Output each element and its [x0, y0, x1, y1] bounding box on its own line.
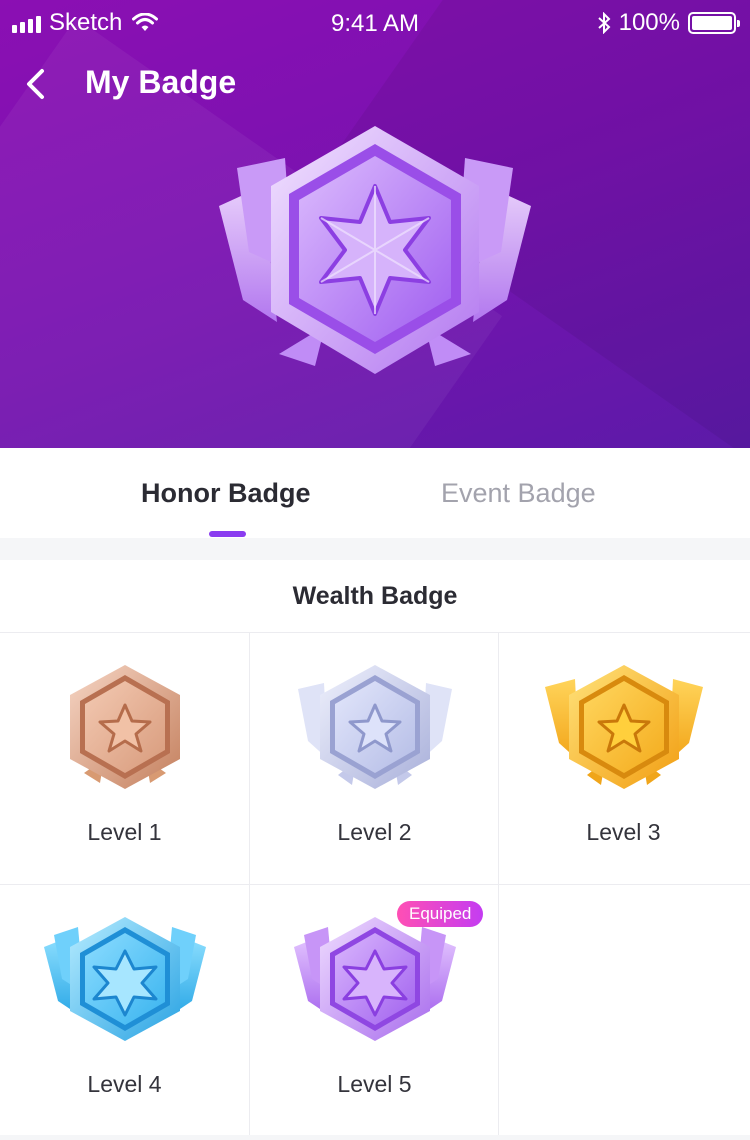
badge-cell-level-2[interactable]: Level 2 — [250, 633, 499, 884]
badge-level-label: Level 1 — [87, 819, 162, 845]
badge-tabs: Honor Badge Event Badge — [0, 448, 750, 538]
battery-percent: 100% — [618, 9, 680, 36]
badge-cell-level-5[interactable]: Equiped Level 5 — [250, 885, 499, 1136]
diamond-badge-icon — [44, 917, 206, 1041]
status-bar: Sketch 9:41 AM 100% — [0, 0, 750, 44]
page-title: My Badge — [85, 64, 237, 100]
battery-icon — [688, 12, 740, 34]
badge-cell-level-3[interactable]: Level 3 — [499, 633, 748, 884]
bronze-badge-icon — [70, 665, 180, 789]
bluetooth-icon — [597, 12, 611, 34]
status-right: 100% — [597, 9, 740, 37]
tab-event-badge[interactable]: Event Badge — [441, 478, 596, 509]
badge-cell-level-4[interactable]: Level 4 — [0, 885, 249, 1136]
hero-banner: Sketch 9:41 AM 100% My Badge — [0, 0, 750, 448]
badge-level-label: Level 5 — [337, 1071, 412, 1097]
section-title: Wealth Badge — [292, 582, 458, 610]
badge-level-label: Level 3 — [586, 819, 661, 845]
nav-bar: My Badge — [0, 52, 750, 116]
active-tab-indicator — [209, 531, 246, 537]
badge-level-label: Level 4 — [87, 1071, 162, 1097]
tab-honor-badge[interactable]: Honor Badge — [141, 478, 311, 509]
badge-level-label: Level 2 — [337, 819, 412, 845]
amethyst-badge-icon — [294, 917, 456, 1041]
gold-badge-icon — [545, 665, 703, 789]
equipped-tag: Equiped — [397, 901, 484, 927]
empty-grid-cell — [499, 885, 748, 1136]
wealth-badge-section: Wealth Badge Level 1 Level 2 Level 3 Lev… — [0, 560, 750, 1135]
badge-cell-level-1[interactable]: Level 1 — [0, 633, 249, 884]
silver-badge-icon — [298, 665, 452, 789]
back-chevron-icon[interactable] — [18, 66, 54, 102]
equipped-badge-large-icon — [219, 126, 531, 374]
